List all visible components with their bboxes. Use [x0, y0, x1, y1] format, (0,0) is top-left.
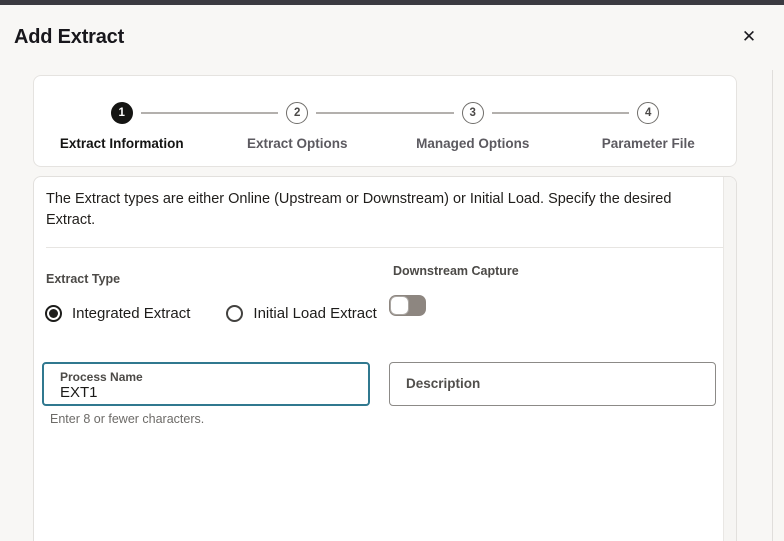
extract-type-label: Extract Type — [46, 272, 121, 286]
close-button[interactable]: ✕ — [734, 22, 764, 52]
page-title: Add Extract — [14, 25, 125, 48]
radio-integrated-extract[interactable]: Integrated Extract — [45, 305, 190, 322]
downstream-capture-label: Downstream Capture — [393, 264, 519, 278]
toggle-thumb-icon — [390, 296, 409, 315]
close-icon: ✕ — [741, 27, 757, 46]
radio-initial-load-extract[interactable]: Initial Load Extract — [226, 305, 377, 322]
process-name-label: Process Name — [60, 370, 143, 384]
description-placeholder: Description — [406, 376, 481, 391]
extract-type-row: Extract Type Integrated Extract Initial … — [42, 264, 728, 322]
radio-selected-icon — [45, 305, 62, 322]
name-description-row: Process Name EXT1 Enter 8 or fewer chara… — [42, 362, 728, 426]
process-name-value: EXT1 — [60, 384, 98, 401]
step-managed-options[interactable]: 3 Managed Options — [385, 76, 629, 166]
step-extract-information[interactable]: 1 Extract Information — [34, 76, 278, 166]
step-2-label: Extract Options — [246, 136, 348, 151]
radio-integrated-extract-label: Integrated Extract — [72, 305, 191, 322]
radio-unselected-icon — [226, 305, 244, 322]
process-name-field[interactable]: Process Name EXT1 — [42, 362, 370, 406]
page-edge-divider — [772, 70, 784, 541]
step-1-badge: 1 — [110, 102, 133, 124]
dialog-header: Add Extract ✕ — [0, 5, 784, 69]
step-3-badge: 3 — [461, 102, 484, 124]
wizard-content-panel: The Extract types are either Online (Ups… — [33, 176, 737, 541]
step-1-label: Extract Information — [59, 136, 184, 151]
radio-initial-load-extract-label: Initial Load Extract — [253, 305, 377, 322]
step-2-badge: 2 — [286, 102, 309, 124]
process-name-helper-text: Enter 8 or fewer characters. — [50, 412, 205, 426]
extract-type-radio-group: Integrated Extract Initial Load Extract — [42, 305, 389, 322]
divider — [46, 247, 724, 248]
downstream-capture-toggle[interactable] — [389, 295, 426, 316]
step-4-badge: 4 — [637, 102, 660, 124]
scrollbar[interactable] — [723, 177, 736, 541]
description-field[interactable]: Description — [389, 362, 716, 406]
step-3-label: Managed Options — [416, 136, 530, 151]
wizard-stepper: 1 Extract Information 2 Extract Options … — [33, 75, 737, 167]
intro-text: The Extract types are either Online (Ups… — [46, 191, 672, 228]
step-parameter-file[interactable]: 4 Parameter File — [561, 76, 737, 166]
step-4-label: Parameter File — [601, 136, 695, 151]
step-extract-options[interactable]: 2 Extract Options — [210, 76, 454, 166]
